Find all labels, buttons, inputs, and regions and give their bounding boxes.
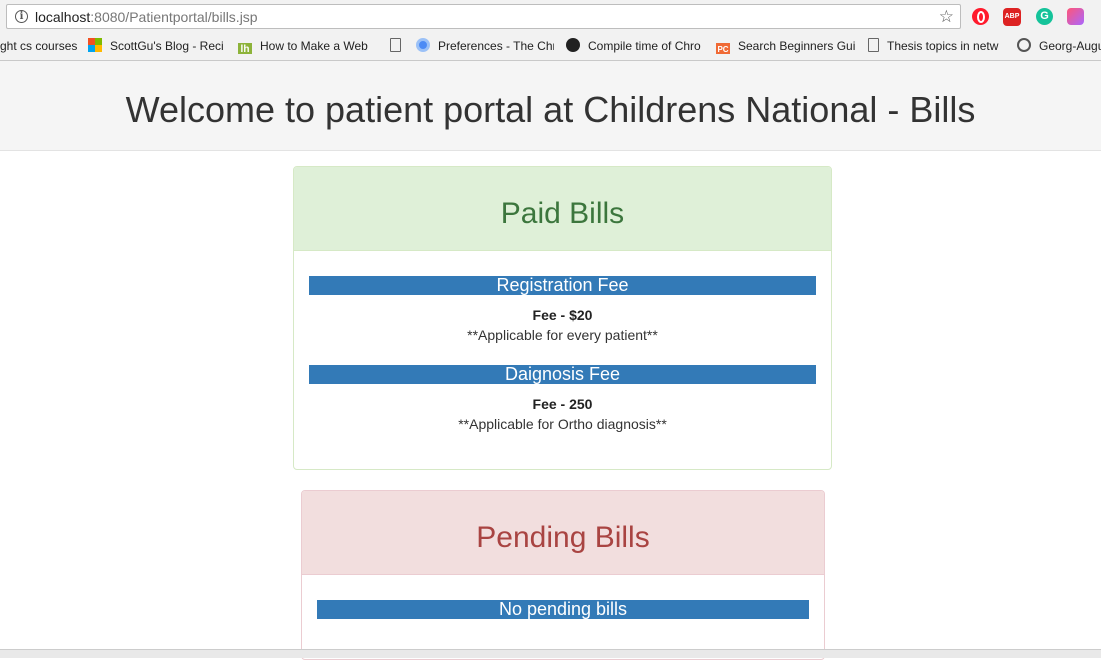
bookmark-label: Georg-Augu	[1039, 39, 1101, 53]
bookmark-label: ScottGu's Blog - Reci	[110, 39, 224, 53]
lh-icon: lh	[238, 43, 252, 54]
url-path: :8080/Patientportal/bills.jsp	[90, 9, 258, 25]
grammarly-extension-icon[interactable]: G	[1036, 8, 1053, 25]
bookmark-item[interactable]	[390, 38, 406, 54]
chrome-icon	[416, 38, 430, 52]
bookmark-label: Preferences - The Chr	[438, 39, 554, 53]
bookmark-item[interactable]: lh How to Make a Web	[238, 38, 374, 54]
diagnosis-fee-bar: Daignosis Fee	[309, 365, 816, 384]
extension-icon[interactable]	[1067, 8, 1084, 25]
bookmark-label: ght cs courses	[0, 39, 78, 53]
bookmark-label: Thesis topics in netw	[887, 39, 999, 53]
github-icon	[566, 38, 580, 52]
bookmark-label: Compile time of Chro	[588, 39, 701, 53]
bookmark-item[interactable]: Preferences - The Chr	[416, 38, 554, 54]
address-bar[interactable]: i localhost:8080/Patientportal/bills.jsp…	[6, 4, 961, 29]
page-icon	[868, 38, 879, 52]
g-icon	[1017, 38, 1031, 52]
bookmark-item[interactable]: ScottGu's Blog - Reci	[88, 38, 228, 54]
bookmark-item[interactable]: ght cs courses	[0, 38, 80, 54]
browser-toolbar: i localhost:8080/Patientportal/bills.jsp…	[0, 0, 1101, 61]
page-header: Welcome to patient portal at Childrens N…	[0, 61, 1101, 151]
page-title: Welcome to patient portal at Childrens N…	[125, 89, 976, 130]
pending-bills-panel: Pending Bills No pending bills	[301, 490, 825, 660]
pending-bills-title: Pending Bills	[476, 521, 650, 554]
bookmark-label: How to Make a Web	[260, 39, 368, 53]
bookmark-star-icon[interactable]: ☆	[939, 7, 954, 26]
bookmark-item[interactable]: Georg-Augu	[1017, 38, 1101, 54]
pc-icon: PC	[716, 43, 730, 54]
adblock-extension-icon[interactable]: ABP	[1003, 8, 1021, 26]
url-host: localhost	[35, 9, 91, 25]
bookmark-item[interactable]: Compile time of Chro	[566, 38, 706, 54]
diagnosis-fee-note: **Applicable for Ortho diagnosis**	[458, 416, 667, 432]
paid-bills-title: Paid Bills	[500, 197, 625, 230]
url-text[interactable]: localhost:8080/Patientportal/bills.jsp	[35, 9, 258, 25]
bookmark-label: Search Beginners Gui	[738, 39, 856, 53]
paid-bills-heading: Paid Bills	[294, 167, 831, 251]
no-pending-bills-bar: No pending bills	[317, 600, 809, 619]
bookmarks-bar: ght cs courses ScottGu's Blog - Reci lh H…	[0, 36, 1101, 56]
diagnosis-fee-amount: Fee - 250	[532, 396, 593, 412]
microsoft-icon	[88, 38, 102, 52]
registration-fee-amount: Fee - $20	[532, 307, 593, 323]
opera-extension-icon[interactable]	[972, 8, 989, 25]
registration-fee-bar: Registration Fee	[309, 276, 816, 295]
bookmark-item[interactable]: Thesis topics in netw	[868, 38, 1006, 54]
bookmark-item[interactable]: PC Search Beginners Gui	[716, 38, 856, 54]
paid-bills-panel: Paid Bills Registration Fee Fee - $20 **…	[293, 166, 832, 470]
info-icon[interactable]: i	[15, 10, 28, 23]
page-icon	[390, 38, 401, 52]
registration-fee-note: **Applicable for every patient**	[467, 327, 658, 343]
pending-bills-heading: Pending Bills	[302, 491, 824, 575]
